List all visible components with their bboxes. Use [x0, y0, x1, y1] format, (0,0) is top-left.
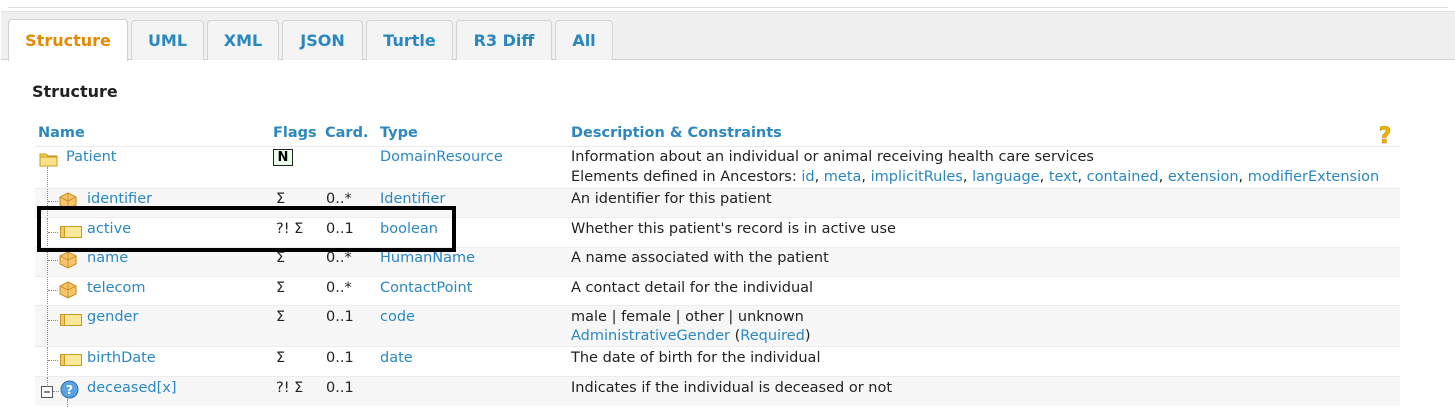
tab-r3-diff[interactable]: R3 Diff	[456, 20, 552, 60]
top-divider	[8, 7, 1448, 8]
description-telecom: A contact detail for the individual	[571, 280, 814, 296]
tab-structure[interactable]: Structure	[8, 19, 128, 61]
flags-birthdate: Σ	[276, 350, 286, 366]
datatype-icon	[59, 251, 77, 269]
card-gender: 0..1	[326, 309, 354, 325]
type-link-date[interactable]: date	[380, 350, 413, 366]
svg-text:?: ?	[1379, 124, 1392, 146]
description-deceased: Indicates if the individual is deceased …	[571, 380, 893, 396]
description-gender: male | female | other | unknown	[571, 309, 804, 325]
card-telecom: 0..*	[326, 280, 352, 296]
type-link-contactpoint[interactable]: ContactPoint	[380, 280, 472, 296]
table-row-telecom: telecom Σ 0..* ContactPoint A contact de…	[35, 276, 1400, 306]
ancestor-link-text[interactable]: text	[1049, 169, 1078, 185]
binding-line: AdministrativeGender (Required)	[571, 328, 811, 344]
type-link-boolean[interactable]: boolean	[380, 221, 438, 237]
type-link-identifier[interactable]: Identifier	[380, 191, 445, 207]
column-header-flags: Flags	[273, 125, 317, 141]
choice-type-icon: ?	[60, 380, 79, 399]
card-birthdate: 0..1	[326, 350, 354, 366]
column-header-description: Description & Constraints	[571, 125, 782, 141]
binding-link-administrativegender[interactable]: AdministrativeGender	[571, 328, 730, 344]
flags-name: Σ	[276, 250, 286, 266]
flags-telecom: Σ	[276, 280, 286, 296]
element-name-name[interactable]: name	[87, 250, 128, 266]
tab-all[interactable]: All	[555, 20, 613, 60]
ancestors-prefix: Elements defined in Ancestors:	[571, 169, 802, 185]
element-name-deceased[interactable]: deceased[x]	[87, 380, 176, 396]
primitive-icon	[60, 314, 82, 326]
table-row-identifier: identifier Σ 0..* Identifier An identifi…	[35, 188, 1400, 218]
ancestor-link-contained[interactable]: contained	[1087, 169, 1159, 185]
table-row-deceased: ? deceased[x] ?! Σ 0..1 Indicates if the…	[35, 376, 1400, 407]
card-identifier: 0..*	[326, 191, 352, 207]
description-birthdate: The date of birth for the individual	[571, 350, 821, 366]
help-icon[interactable]: ?	[1374, 124, 1396, 146]
ancestors-line: Elements defined in Ancestors: id, meta,…	[571, 169, 1380, 185]
tab-uml[interactable]: UML	[131, 20, 204, 60]
tab-bar: Structure UML XML JSON Turtle R3 Diff Al…	[1, 11, 1455, 61]
element-name-active[interactable]: active	[87, 221, 131, 237]
flags-gender: Σ	[276, 309, 286, 325]
datatype-icon	[59, 281, 77, 299]
column-header-type: Type	[380, 125, 418, 141]
folder-icon	[39, 153, 58, 167]
type-link-domainresource[interactable]: DomainResource	[380, 149, 503, 165]
table-row-active: active ?! Σ 0..1 boolean Whether this pa…	[35, 217, 1400, 248]
svg-text:?: ?	[66, 383, 73, 397]
ancestor-link-language[interactable]: language	[972, 169, 1040, 185]
table-row-name: name Σ 0..* HumanName A name associated …	[35, 247, 1400, 277]
ancestor-link-modifierextension[interactable]: modifierExtension	[1248, 169, 1379, 185]
flags-deceased: ?! Σ	[276, 380, 304, 396]
ancestor-link-implicitrules[interactable]: implicitRules	[871, 169, 963, 185]
card-deceased: 0..1	[326, 380, 354, 396]
description-active: Whether this patient's record is in acti…	[571, 221, 896, 237]
element-name-birthdate[interactable]: birthDate	[87, 350, 156, 366]
description-identifier: An identifier for this patient	[571, 191, 772, 207]
tab-turtle[interactable]: Turtle	[366, 20, 453, 60]
table-header-row: Name Flags Card. Type Description & Cons…	[35, 123, 1400, 146]
primitive-icon	[60, 354, 82, 366]
table-row-patient: Patient N DomainResource Information abo…	[35, 146, 1400, 189]
description-patient: Information about an individual or anima…	[571, 149, 1094, 165]
column-header-name: Name	[38, 125, 85, 141]
flags-active: ?! Σ	[276, 221, 304, 237]
binding-strength-link[interactable]: Required	[740, 328, 805, 344]
card-active: 0..1	[326, 221, 354, 237]
section-title: Structure	[32, 82, 118, 101]
element-name-identifier[interactable]: identifier	[87, 191, 152, 207]
structure-table: Name Flags Card. Type Description & Cons…	[35, 123, 1400, 407]
column-header-card: Card.	[325, 125, 369, 141]
card-name: 0..*	[326, 250, 352, 266]
type-link-humanname[interactable]: HumanName	[380, 250, 475, 266]
ancestor-link-extension[interactable]: extension	[1168, 169, 1239, 185]
primitive-icon	[60, 226, 82, 238]
table-row-gender: gender Σ 0..1 code male | female | other…	[35, 305, 1400, 347]
tab-json[interactable]: JSON	[282, 20, 363, 60]
type-link-code[interactable]: code	[380, 309, 415, 325]
normative-badge: N	[273, 149, 293, 166]
tab-xml[interactable]: XML	[207, 20, 279, 60]
flags-identifier: Σ	[276, 191, 286, 207]
element-name-gender[interactable]: gender	[87, 309, 138, 325]
collapse-toggle-icon[interactable]	[41, 386, 53, 398]
datatype-icon	[59, 192, 77, 210]
ancestor-link-id[interactable]: id	[801, 169, 814, 185]
table-row-birthdate: birthDate Σ 0..1 date The date of birth …	[35, 346, 1400, 377]
element-name-patient[interactable]: Patient	[66, 149, 117, 165]
description-name: A name associated with the patient	[571, 250, 829, 266]
element-name-telecom[interactable]: telecom	[87, 280, 146, 296]
ancestor-link-meta[interactable]: meta	[824, 169, 862, 185]
